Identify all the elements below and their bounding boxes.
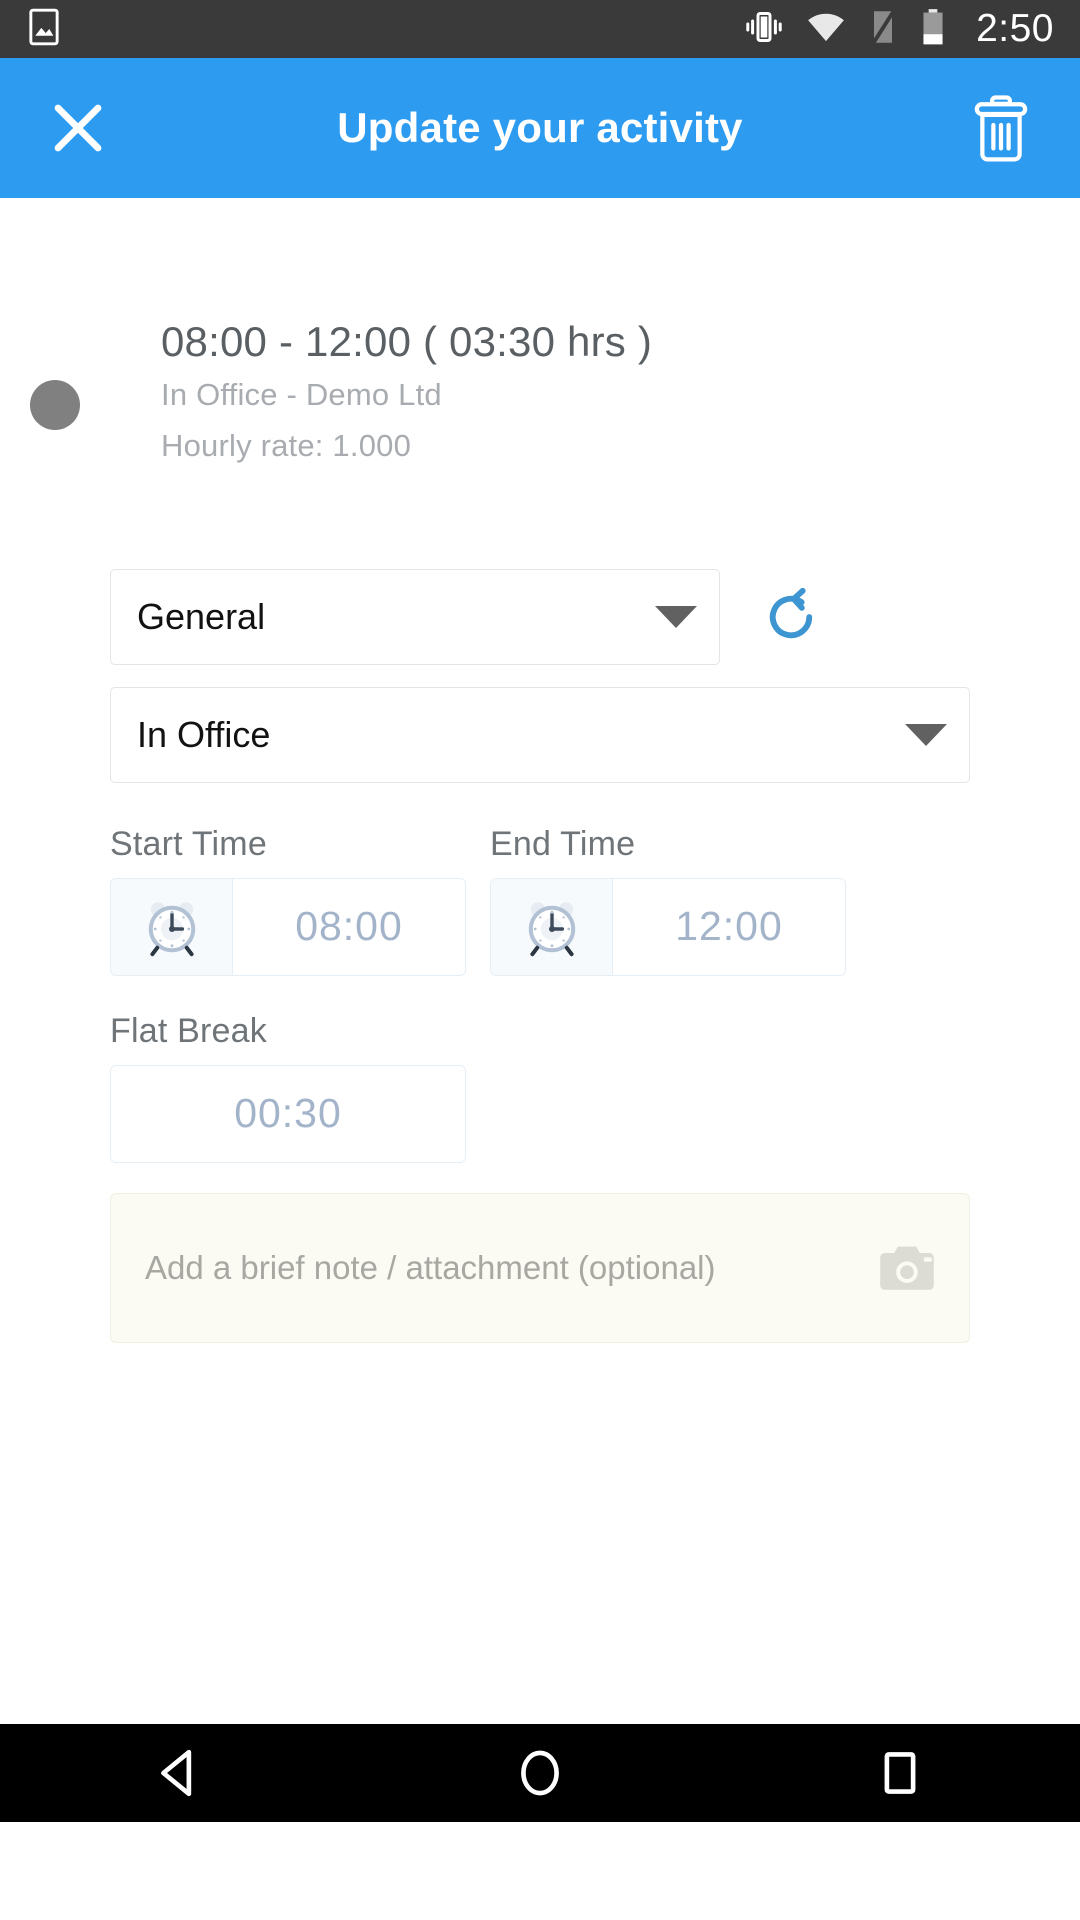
flat-break-section: Flat Break 00:30 [110,1012,970,1163]
start-time-picker-button[interactable] [111,878,233,975]
activity-type-select[interactable]: In Office [110,686,970,783]
status-bar: 2:50 [0,0,1080,58]
note-placeholder: Add a brief note / attachment (optional) [145,1248,716,1286]
end-time-column: End Time 12:00 [490,825,846,976]
refresh-button[interactable] [758,584,824,650]
note-field[interactable]: Add a brief note / attachment (optional) [110,1192,970,1343]
activity-form: General In Office Start Time 08:00 End T… [0,568,1080,1343]
back-icon [161,1749,192,1797]
android-nav-bar [0,1724,1080,1822]
category-select[interactable]: General [110,568,720,665]
time-section: Start Time 08:00 End Time 12:00 [110,825,970,976]
nav-recents-button[interactable] [800,1724,1000,1822]
close-button[interactable] [46,96,110,160]
end-time-field[interactable]: 12:00 [490,877,846,976]
alarm-clock-icon [528,901,575,956]
activity-hourly-rate: Hourly rate: 1.000 [161,427,412,463]
start-time-column: Start Time 08:00 [110,825,466,976]
chevron-down-icon [905,723,947,746]
app-bar: Update your activity [0,58,1080,198]
activity-type-select-value: In Office [137,713,271,755]
category-row: General [110,568,970,665]
flat-break-value: 00:30 [234,1090,342,1137]
flat-break-field[interactable]: 00:30 [110,1064,466,1163]
status-bar-right: 2:50 [744,7,1054,51]
start-time-field[interactable]: 08:00 [110,877,466,976]
activity-summary-text: 08:00 - 12:00 ( 03:30 hrs ) In Office - … [161,316,652,471]
camera-icon [880,1246,934,1290]
end-time-label: End Time [490,824,636,863]
sim-card-icon [868,8,898,50]
start-time-label: Start Time [110,824,267,863]
image-icon [26,8,62,51]
attachment-camera-button[interactable] [875,1241,939,1295]
page-title: Update your activity [337,104,743,151]
status-bar-left [26,8,62,51]
avatar [30,380,80,430]
end-time-value: 12:00 [675,903,783,950]
status-bar-clock: 2:50 [976,7,1054,50]
alarm-clock-icon [148,901,195,956]
flat-break-label: Flat Break [110,1011,267,1050]
trash-icon [974,95,1028,162]
nav-back-button[interactable] [80,1724,280,1822]
start-time-value: 08:00 [295,903,403,950]
activity-summary: 08:00 - 12:00 ( 03:30 hrs ) In Office - … [0,198,1080,471]
category-select-value: General [137,595,266,637]
vibrate-icon [744,9,784,50]
home-icon [521,1750,559,1796]
refresh-icon [769,587,813,638]
close-icon [54,104,102,152]
main-content: 08:00 - 12:00 ( 03:30 hrs ) In Office - … [0,198,1080,1822]
wifi-icon [806,10,846,49]
start-time-value-cell[interactable]: 08:00 [233,879,465,975]
time-columns: Start Time 08:00 End Time 12:00 [110,825,970,976]
activity-location-client: In Office - Demo Ltd [161,376,442,412]
delete-button[interactable] [968,92,1034,164]
chevron-down-icon [655,605,697,628]
nav-home-button[interactable] [440,1724,640,1822]
recents-icon [884,1752,916,1794]
end-time-value-cell[interactable]: 12:00 [613,879,845,975]
end-time-picker-button[interactable] [491,878,613,975]
battery-icon [920,8,946,51]
activity-time-range: 08:00 - 12:00 ( 03:30 hrs ) [161,318,653,365]
